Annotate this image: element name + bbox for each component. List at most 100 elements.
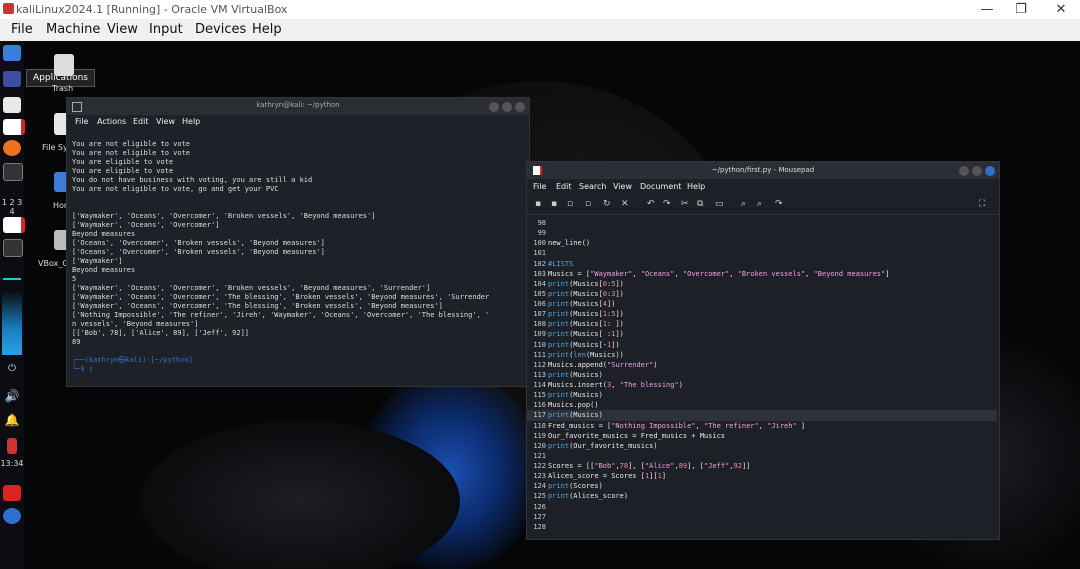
clock[interactable]: 13:34 bbox=[0, 459, 24, 468]
mousepad-menu-view[interactable]: View bbox=[613, 182, 632, 191]
close-tab-icon[interactable]: ✕ bbox=[621, 199, 629, 209]
code-line[interactable]: 101 bbox=[527, 248, 997, 258]
code-line[interactable]: 123 Alices_score = Scores [1][1] bbox=[527, 471, 997, 481]
save-icon[interactable]: ▫ bbox=[585, 199, 591, 209]
copy-icon[interactable]: ⧉ bbox=[697, 199, 703, 209]
terminal-menu-file[interactable]: File bbox=[75, 117, 88, 126]
code-line[interactable]: 128 bbox=[527, 522, 997, 532]
mousepad-menu-search[interactable]: Search bbox=[579, 182, 606, 191]
menu-machine[interactable]: Machine bbox=[46, 22, 100, 37]
mousepad-menu-edit[interactable]: Edit bbox=[556, 182, 572, 191]
terminal-icon[interactable] bbox=[3, 163, 23, 181]
code-line[interactable]: 117 print(Musics) bbox=[527, 410, 997, 421]
trash-icon[interactable] bbox=[54, 54, 74, 76]
text-editor-icon[interactable] bbox=[3, 119, 25, 135]
line-number: 105 bbox=[533, 289, 546, 298]
new-window-icon[interactable]: ▪ bbox=[551, 199, 557, 209]
mousepad-maximize-button[interactable] bbox=[972, 166, 982, 176]
close-button[interactable]: ✕ bbox=[1038, 0, 1080, 19]
code-line[interactable]: 109 print(Musics[ :1]) bbox=[527, 329, 997, 339]
goto-line-icon[interactable]: ↷ bbox=[775, 199, 783, 209]
code-line[interactable]: 103 Musics = ["Waymaker", "Oceans", "Over… bbox=[527, 269, 997, 279]
mousepad-minimize-button[interactable] bbox=[959, 166, 969, 176]
reload-icon[interactable]: ↻ bbox=[603, 199, 611, 209]
code-line[interactable]: 112 Musics.append("Surrender") bbox=[527, 360, 997, 370]
code-line[interactable]: 125 print(Alices_score) bbox=[527, 491, 997, 501]
terminal-menu-help[interactable]: Help bbox=[182, 117, 200, 126]
terminal-cursor-line[interactable]: └─$ ▯ bbox=[72, 365, 489, 374]
find-replace-icon[interactable]: ⌕ bbox=[757, 199, 762, 209]
code-line[interactable]: 113 print(Musics) bbox=[527, 370, 997, 380]
code-line[interactable]: 98 bbox=[527, 218, 997, 228]
kali-menu-icon[interactable] bbox=[3, 45, 21, 61]
undo-icon[interactable]: ↶ bbox=[647, 199, 655, 209]
firefox-icon[interactable] bbox=[3, 140, 21, 156]
mousepad-icon[interactable] bbox=[3, 217, 25, 233]
notification-icon[interactable]: 🔔 bbox=[0, 413, 24, 427]
code-line[interactable]: 121 bbox=[527, 451, 997, 461]
terminal-maximize-button[interactable] bbox=[502, 102, 512, 112]
terminal-line: Beyond measures bbox=[72, 230, 136, 238]
code-line[interactable]: 110 print(Musics[-1]) bbox=[527, 340, 997, 350]
code-line[interactable]: 100 new_line() bbox=[527, 238, 997, 248]
files-icon[interactable] bbox=[3, 97, 21, 113]
terminal-window[interactable]: kathryn@kali: ~/python File Actions Edit… bbox=[66, 97, 530, 387]
terminal-output[interactable]: You are not eligible to vote You are not … bbox=[72, 140, 489, 374]
code-line[interactable]: 108 print(Musics[1: ]) bbox=[527, 319, 997, 329]
code-line[interactable]: 120 print(Our_favorite_musics) bbox=[527, 441, 997, 451]
code-line[interactable]: 105 print(Musics[0:3]) bbox=[527, 289, 997, 299]
mousepad-menu-document[interactable]: Document bbox=[640, 182, 681, 191]
mousepad-close-button[interactable] bbox=[985, 166, 995, 176]
workspace-icon[interactable] bbox=[3, 71, 21, 87]
mousepad-menu-help[interactable]: Help bbox=[687, 182, 705, 191]
menu-input[interactable]: Input bbox=[149, 22, 183, 37]
mousepad-title-bar[interactable]: ~/python/first.py - Mousepad bbox=[527, 162, 999, 179]
menu-file[interactable]: File bbox=[11, 22, 33, 37]
line-number: 125 bbox=[533, 492, 546, 501]
menu-view[interactable]: View bbox=[107, 22, 138, 37]
fullscreen-icon[interactable]: ⛶ bbox=[979, 199, 985, 209]
line-number: 123 bbox=[533, 472, 546, 481]
volume-icon[interactable]: 🔊 bbox=[0, 389, 24, 403]
terminal-icon-2[interactable] bbox=[3, 239, 23, 257]
cut-icon[interactable]: ✂ bbox=[681, 199, 689, 209]
code-line[interactable]: 122 Scores = [["Bob",78], ["Alice",89], [… bbox=[527, 461, 997, 471]
code-line[interactable]: 119 Our_favorite_musics = Fred_musics + M… bbox=[527, 431, 997, 441]
terminal-title-bar[interactable]: kathryn@kali: ~/python bbox=[67, 98, 529, 115]
find-icon[interactable]: ⌕ bbox=[741, 199, 746, 209]
paste-icon[interactable]: ▭ bbox=[715, 199, 724, 209]
power-icon[interactable]: ⏻ bbox=[0, 363, 24, 374]
mousepad-menu-file[interactable]: File bbox=[533, 182, 546, 191]
code-line[interactable]: 114 Musics.insert(3, "The blessing") bbox=[527, 380, 997, 390]
code-line[interactable]: 104 print(Musics[0:5]) bbox=[527, 279, 997, 289]
menu-devices[interactable]: Devices bbox=[195, 22, 246, 37]
code-line[interactable]: 124 print(Scores) bbox=[527, 481, 997, 491]
code-line[interactable]: 126 bbox=[527, 502, 997, 512]
terminal-menu-actions[interactable]: Actions bbox=[97, 117, 126, 126]
terminal-close-button[interactable] bbox=[515, 102, 525, 112]
code-text: Fred_musics = ["Nothing Impossible", "Th… bbox=[548, 421, 806, 430]
mousepad-window[interactable]: ~/python/first.py - Mousepad File Edit S… bbox=[526, 161, 1000, 540]
menu-help[interactable]: Help bbox=[252, 22, 282, 37]
logout-icon[interactable] bbox=[3, 508, 21, 524]
code-line[interactable]: 118 Fred_musics = ["Nothing Impossible", … bbox=[527, 421, 997, 431]
workspace-switcher[interactable]: 1 2 3 4 bbox=[0, 198, 24, 216]
terminal-menu-edit[interactable]: Edit bbox=[133, 117, 149, 126]
open-file-icon[interactable]: ▫ bbox=[567, 199, 573, 209]
code-text: print(Musics[-1]) bbox=[548, 340, 620, 349]
code-line[interactable]: 116 Musics.pop() bbox=[527, 400, 997, 410]
code-line[interactable]: 111 print(len(Musics)) bbox=[527, 350, 997, 360]
code-line[interactable]: 102 #LISTS bbox=[527, 259, 997, 269]
code-editor[interactable]: 98 99 100 new_line() 101 102 #LISTS 103 Musics =… bbox=[527, 218, 997, 532]
code-line[interactable]: 107 print(Musics[1:5]) bbox=[527, 309, 997, 319]
code-line[interactable]: 127 bbox=[527, 512, 997, 522]
code-line[interactable]: 106 print(Musics[4]) bbox=[527, 299, 997, 309]
lock-icon[interactable] bbox=[3, 485, 21, 501]
new-file-icon[interactable]: ▪ bbox=[535, 199, 541, 209]
code-line[interactable]: 115 print(Musics) bbox=[527, 390, 997, 400]
redo-icon[interactable]: ↷ bbox=[663, 199, 671, 209]
terminal-menu-view[interactable]: View bbox=[156, 117, 175, 126]
terminal-minimize-button[interactable] bbox=[489, 102, 499, 112]
code-line[interactable]: 99 bbox=[527, 228, 997, 238]
